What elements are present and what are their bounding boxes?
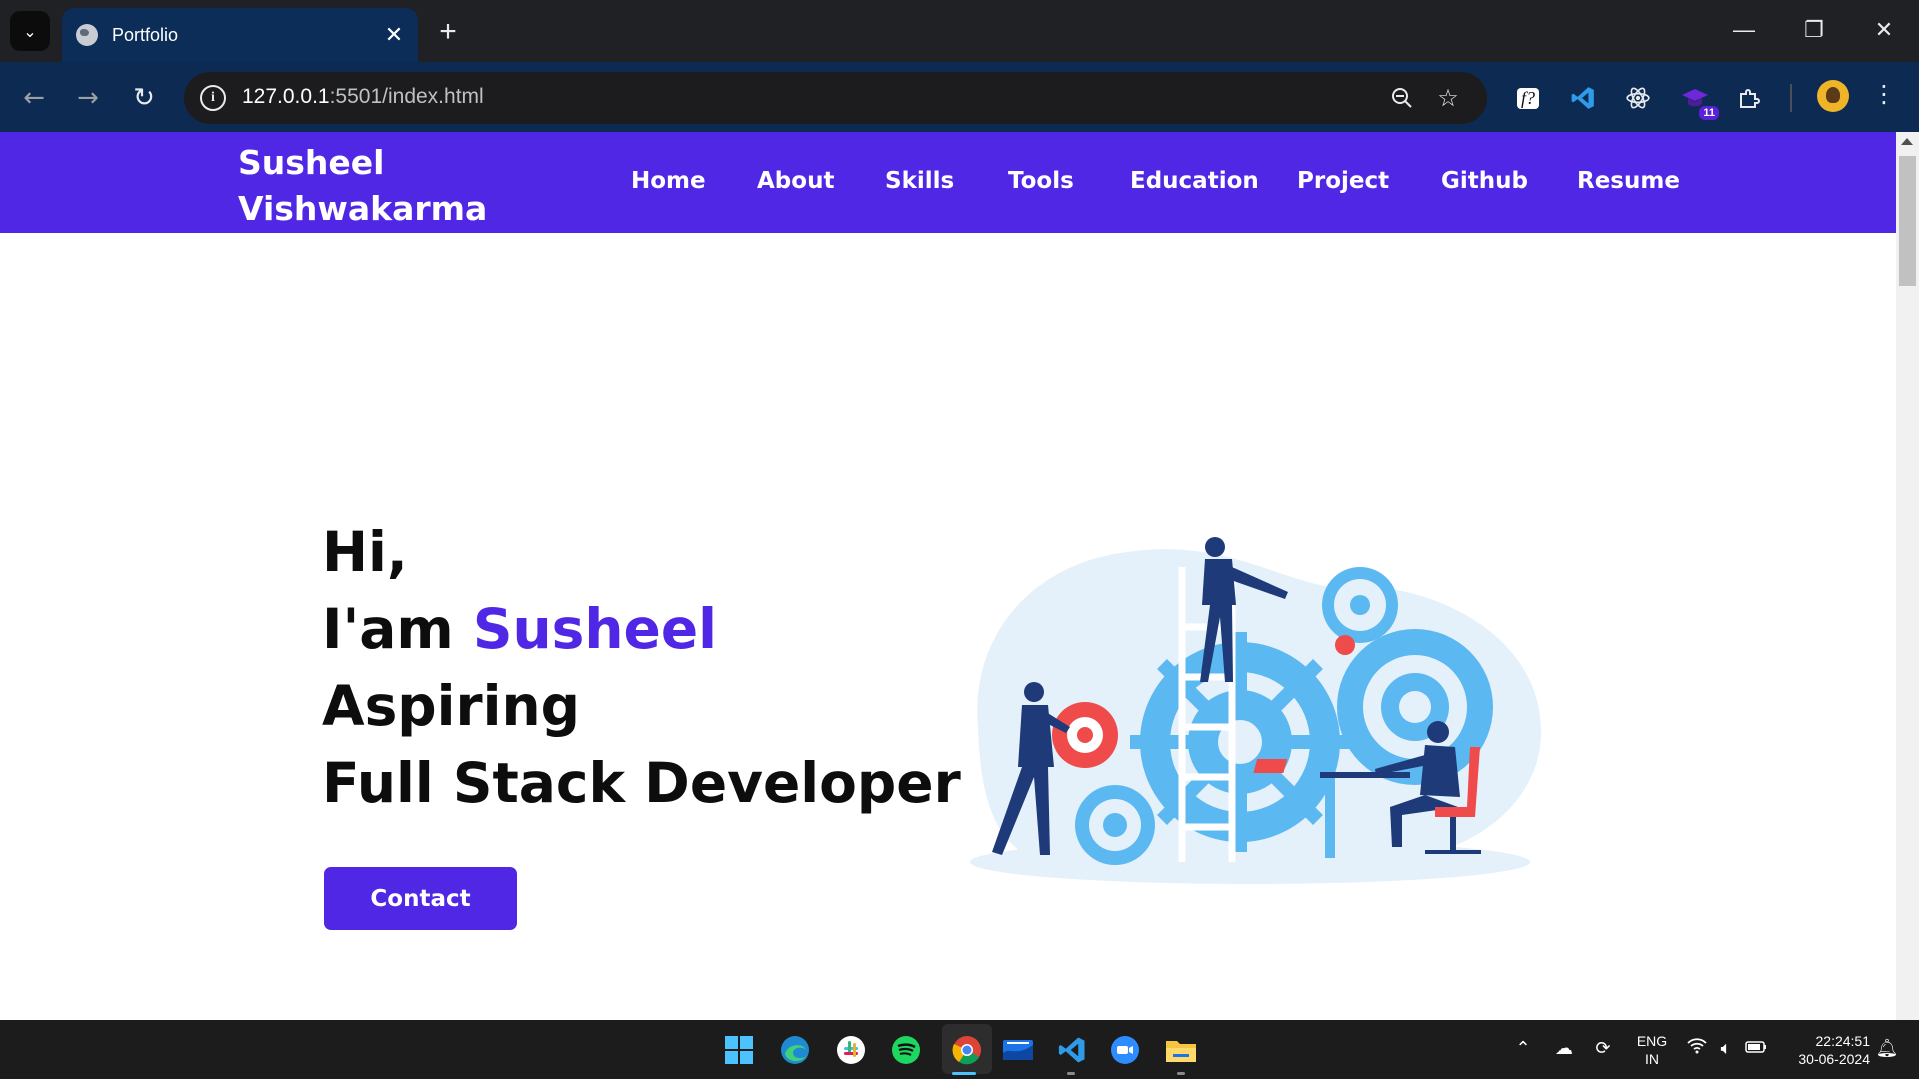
nav-tools[interactable]: Tools <box>1008 168 1074 194</box>
notifications-icon[interactable]: 🔔︎ <box>1875 1038 1899 1059</box>
clock-date: 30-06-2024 <box>1798 1051 1870 1067</box>
back-arrow-icon[interactable]: ← <box>14 78 54 118</box>
restore-button[interactable]: ❐ <box>1788 10 1840 50</box>
hero-illustration <box>970 537 1542 884</box>
vscode-extension-icon[interactable] <box>1565 80 1601 116</box>
active-app-indicator <box>952 1072 976 1075</box>
extension-badge: 11 <box>1699 106 1719 120</box>
nav-home[interactable]: Home <box>631 168 706 194</box>
extensions-puzzle-icon[interactable] <box>1731 80 1767 116</box>
mail-icon[interactable] <box>1000 1032 1036 1068</box>
browser-toolbar: ← → ↻ i 127.0.0.1:5501/index.html ☆ f? 1… <box>0 62 1919 132</box>
windows-taskbar: ⌃ ☁ ⟳ ENG IN 🔈︎ 22:24:51 30-06-2024 🔔︎ <box>0 1020 1919 1079</box>
tab-title: Portfolio <box>112 24 179 45</box>
bookmark-star-icon[interactable]: ☆ <box>1434 84 1462 112</box>
browser-tab-portfolio[interactable]: Portfolio ✕ <box>62 8 418 62</box>
new-tab-button[interactable]: + <box>428 12 468 52</box>
show-hidden-icons-chevron-icon[interactable]: ⌃ <box>1511 1038 1535 1059</box>
sync-icon[interactable]: ⟳ <box>1591 1038 1615 1059</box>
contact-button[interactable]: Contact <box>324 867 517 930</box>
vscode-icon[interactable] <box>1054 1032 1090 1068</box>
app-running-indicator <box>1067 1072 1075 1075</box>
close-window-button[interactable]: ✕ <box>1858 10 1910 50</box>
more-menu-icon[interactable]: ⋮ <box>1872 80 1896 108</box>
brand-first-name: Susheel <box>238 143 385 182</box>
hero-name: Susheel <box>472 597 717 661</box>
app-running-indicator <box>1177 1072 1185 1075</box>
hero-greeting: Hi, <box>322 520 408 584</box>
language-indicator[interactable]: ENG IN <box>1630 1032 1674 1068</box>
hero-role: Full Stack Developer <box>322 751 961 815</box>
nav-github[interactable]: Github <box>1441 168 1528 194</box>
file-explorer-icon[interactable] <box>1163 1032 1199 1068</box>
tab-search-button[interactable]: ⌄ <box>10 11 50 51</box>
zoom-icon[interactable] <box>1107 1032 1143 1068</box>
page-viewport: Susheel Vishwakarma Home About Skills To… <box>0 132 1896 1020</box>
page-scrollbar[interactable] <box>1896 132 1919 1020</box>
edge-icon[interactable] <box>777 1032 813 1068</box>
nav-project[interactable]: Project <box>1297 168 1389 194</box>
address-bar[interactable]: i 127.0.0.1:5501/index.html ☆ <box>184 72 1487 124</box>
reload-icon[interactable]: ↻ <box>124 78 164 118</box>
toolbar-separator <box>1790 84 1792 112</box>
brand-logo[interactable]: Susheel Vishwakarma <box>238 140 488 232</box>
hero-heading: Hi, I'am Susheel Aspiring Full Stack Dev… <box>322 514 961 822</box>
zoom-icon[interactable] <box>1388 84 1416 112</box>
site-info-icon[interactable]: i <box>200 85 226 111</box>
wifi-icon[interactable] <box>1685 1038 1709 1059</box>
battery-icon[interactable] <box>1744 1038 1768 1059</box>
browser-tab-bar: ⌄ Portfolio ✕ + — ❐ ✕ <box>0 0 1919 62</box>
graduation-cap-extension-icon[interactable]: 11 <box>1677 80 1719 120</box>
scroll-up-arrow-icon[interactable] <box>1901 138 1913 145</box>
fonts-extension-icon[interactable]: f? <box>1510 80 1546 116</box>
url-text[interactable]: 127.0.0.1:5501/index.html <box>242 85 484 109</box>
volume-icon[interactable]: 🔈︎ <box>1714 1038 1738 1059</box>
nav-resume[interactable]: Resume <box>1577 168 1680 194</box>
hero-intro: I'am Susheel <box>322 597 717 661</box>
chevron-down-icon: ⌄ <box>23 21 37 41</box>
nav-about[interactable]: About <box>757 168 834 194</box>
tab-close-icon[interactable]: ✕ <box>380 23 408 48</box>
react-devtools-icon[interactable] <box>1620 80 1656 116</box>
clock[interactable]: 22:24:51 30-06-2024 <box>1780 1032 1870 1068</box>
minimize-button[interactable]: — <box>1718 10 1770 50</box>
profile-avatar[interactable] <box>1817 80 1849 112</box>
windows-start-icon[interactable] <box>721 1032 757 1068</box>
globe-icon <box>76 24 98 46</box>
site-navbar: Susheel Vishwakarma Home About Skills To… <box>0 132 1896 233</box>
clock-time: 22:24:51 <box>1815 1033 1871 1049</box>
brand-last-name: Vishwakarma <box>238 189 488 228</box>
forward-arrow-icon[interactable]: → <box>68 78 108 118</box>
hero-aspiring: Aspiring <box>322 674 581 738</box>
scrollbar-thumb[interactable] <box>1899 156 1916 286</box>
chrome-icon[interactable] <box>949 1032 985 1068</box>
nav-skills[interactable]: Skills <box>885 168 954 194</box>
nav-education[interactable]: Education <box>1130 168 1259 194</box>
slack-icon[interactable] <box>833 1032 869 1068</box>
cloud-offline-icon[interactable]: ☁ <box>1552 1038 1576 1059</box>
spotify-icon[interactable] <box>888 1032 924 1068</box>
